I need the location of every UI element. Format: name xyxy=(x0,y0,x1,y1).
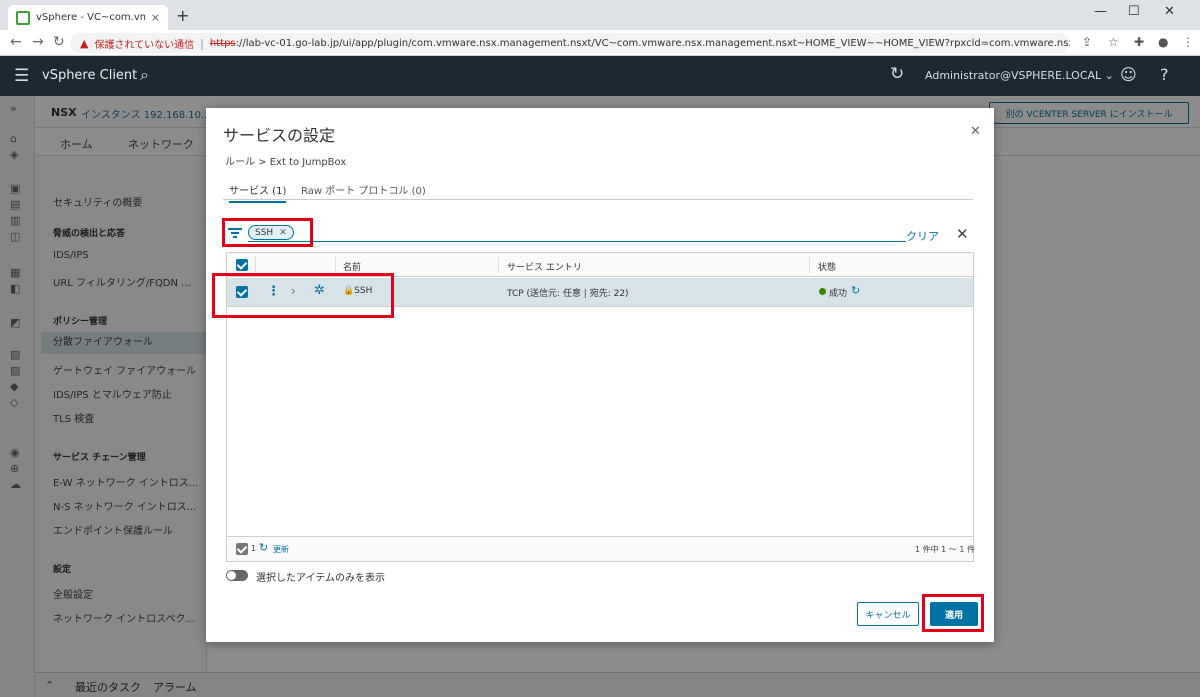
service-settings-dialog: サービスの設定 ✕ ルール > Ext to JumpBox サービス (1) … xyxy=(206,108,994,642)
back-icon[interactable]: ← xyxy=(10,34,22,50)
grid-header: 名前 サービス エントリ 状態 xyxy=(227,253,973,277)
tab-title: vSphere - VC~com.vmware.nsx.m xyxy=(36,12,145,23)
col-separator xyxy=(335,257,336,273)
browser-tabstrip: vSphere - VC~com.vmware.nsx.m × + — ☐ ✕ xyxy=(0,0,1200,30)
col-service-entry[interactable]: サービス エントリ xyxy=(507,260,582,273)
warning-icon: ▲ xyxy=(80,36,89,50)
apply-button[interactable]: 適用 xyxy=(930,602,978,626)
footer-selected-count: 1 xyxy=(251,544,257,553)
selected-only-toggle[interactable] xyxy=(226,570,248,581)
row-name: 🔒SSH xyxy=(343,286,372,296)
col-separator xyxy=(255,257,256,273)
tab-close-icon[interactable]: × xyxy=(151,11,160,24)
dialog-close-icon[interactable]: ✕ xyxy=(970,124,981,139)
breadcrumb: ルール > Ext to JumpBox xyxy=(225,157,347,168)
filter-input[interactable] xyxy=(248,241,906,242)
row-expand-chevron-icon[interactable]: › xyxy=(291,284,296,298)
profile-avatar-icon[interactable]: ● xyxy=(1158,35,1168,49)
bookmark-star-icon[interactable]: ☆ xyxy=(1108,35,1119,49)
footer-refresh-link[interactable]: 更新 xyxy=(273,544,289,555)
clear-filter-link[interactable]: クリア xyxy=(906,228,939,244)
footer-refresh-icon[interactable]: ↻ xyxy=(259,541,268,554)
filter-icon[interactable] xyxy=(228,226,242,238)
forward-icon[interactable]: → xyxy=(32,34,44,50)
filter-row: SSH ✕ クリア ✕ xyxy=(226,223,976,245)
grid-footer: 1 ↻ 更新 1 件中 1 ～ 1 件 xyxy=(227,536,975,561)
chip-remove-icon[interactable]: ✕ xyxy=(279,228,287,238)
dialog-tabs: サービス (1) Raw ポート プロトコル (0) xyxy=(223,178,973,203)
cancel-button[interactable]: キャンセル xyxy=(857,602,919,626)
filter-chip-label: SSH xyxy=(255,227,274,238)
table-row[interactable]: ⋮ › ✲ 🔒SSH TCP (送信元: 任意 | 宛先: 22) 成功 ↻ xyxy=(227,278,973,307)
feedback-smiley-icon[interactable]: ☺ xyxy=(1120,65,1137,84)
search-icon[interactable]: ⌕ xyxy=(140,65,149,85)
row-service-entry: TCP (送信元: 任意 | 宛先: 22) xyxy=(507,289,629,299)
maximize-icon[interactable]: ☐ xyxy=(1128,4,1140,19)
row-checkbox[interactable] xyxy=(236,286,248,298)
browser-menu-icon[interactable]: ⋮ xyxy=(1182,35,1194,49)
service-type-icon: ✲ xyxy=(314,283,325,298)
reload-icon[interactable]: ↻ xyxy=(53,34,65,50)
tab-services[interactable]: サービス (1) xyxy=(229,182,287,203)
lock-icon: 🔒 xyxy=(343,286,355,296)
tab-raw-port-protocol[interactable]: Raw ポート プロトコル (0) xyxy=(301,182,426,197)
col-separator xyxy=(809,257,810,273)
col-status[interactable]: 状態 xyxy=(818,260,836,273)
url-scheme: https xyxy=(209,37,236,49)
browser-tab[interactable]: vSphere - VC~com.vmware.nsx.m × xyxy=(8,5,168,30)
help-icon[interactable]: ? xyxy=(1160,65,1169,84)
close-filter-icon[interactable]: ✕ xyxy=(956,225,969,243)
row-actions-icon[interactable]: ⋮ xyxy=(267,284,280,299)
select-all-checkbox[interactable] xyxy=(236,259,248,271)
vsphere-brand: vSphere Client xyxy=(42,68,138,83)
minimize-icon[interactable]: — xyxy=(1094,4,1107,19)
row-name-text: SSH xyxy=(354,286,373,296)
footer-selected-checkbox xyxy=(236,543,248,555)
insecure-warning[interactable]: 保護されていない通信 xyxy=(94,36,194,51)
row-status: 成功 xyxy=(829,289,848,299)
vsphere-header: ☰ vSphere Client ⌕ ↻ Administrator@VSPHE… xyxy=(0,56,1200,96)
services-grid: 名前 サービス エントリ 状態 ⋮ › ✲ 🔒SSH TCP (送信元: 任意 … xyxy=(226,252,975,562)
dialog-title: サービスの設定 xyxy=(223,126,336,145)
user-menu[interactable]: Administrator@VSPHERE.LOCAL ⌄ xyxy=(925,69,1114,82)
filter-chip[interactable]: SSH ✕ xyxy=(248,225,294,240)
col-separator xyxy=(498,257,499,273)
col-name[interactable]: 名前 xyxy=(343,260,361,273)
close-window-icon[interactable]: ✕ xyxy=(1164,4,1175,19)
url-input[interactable]: ▲ 保護されていない通信 | https://lab-vc-01.go-lab.… xyxy=(70,33,1070,53)
selected-only-label: 選択したアイテムのみを表示 xyxy=(256,573,385,584)
vsphere-favicon-icon xyxy=(16,10,30,25)
hamburger-menu-icon[interactable]: ☰ xyxy=(14,66,29,86)
url-separator: | xyxy=(200,36,204,50)
status-refresh-icon[interactable]: ↻ xyxy=(851,284,860,297)
footer-range: 1 件中 1 ～ 1 件 xyxy=(915,545,975,554)
share-icon[interactable]: ⇪ xyxy=(1082,35,1092,49)
status-success-dot xyxy=(819,288,826,295)
address-bar: ← → ↻ ▲ 保護されていない通信 | https://lab-vc-01.g… xyxy=(0,30,1200,56)
url-text: ://lab-vc-01.go-lab.jp/ui/app/plugin/com… xyxy=(235,37,1070,49)
refresh-icon[interactable]: ↻ xyxy=(890,64,904,84)
extensions-icon[interactable]: ✚ xyxy=(1134,35,1144,49)
new-tab-icon[interactable]: + xyxy=(176,6,189,25)
